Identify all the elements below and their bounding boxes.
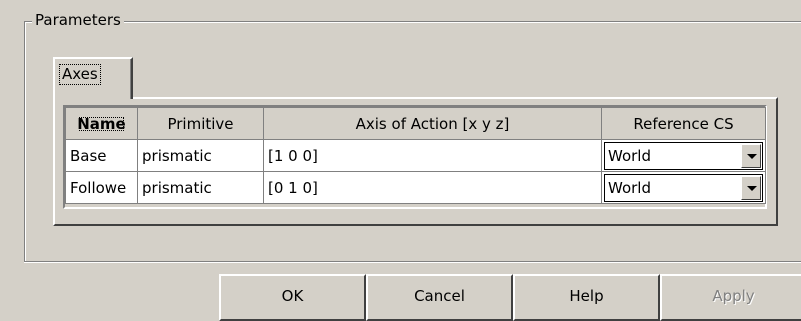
reference-cs-value: World <box>608 178 651 197</box>
tab-axes[interactable]: Axes <box>53 57 133 99</box>
dropdown-button[interactable] <box>741 143 761 168</box>
cancel-button[interactable]: Cancel <box>366 274 513 321</box>
column-header-reference-cs[interactable]: Reference CS <box>601 107 766 140</box>
groupbox-bottom-edge <box>24 261 801 263</box>
apply-button[interactable]: Apply <box>660 274 801 321</box>
reference-cs-value: World <box>608 146 651 165</box>
table-row: Followe prismatic [0 1 0] World <box>65 171 766 204</box>
reference-cs-dropdown[interactable]: World <box>604 173 763 202</box>
chevron-down-icon <box>747 153 757 159</box>
table-header-row: Name Primitive Axis of Action [x y z] Re… <box>65 107 766 140</box>
cell-reference-cs: World <box>601 171 766 204</box>
column-header-axis-of-action[interactable]: Axis of Action [x y z] <box>263 107 602 140</box>
cell-axis-of-action[interactable]: [0 1 0] <box>263 171 602 204</box>
ok-button[interactable]: OK <box>219 274 366 321</box>
axes-grid: Name Primitive Axis of Action [x y z] Re… <box>63 105 767 209</box>
cell-axis-of-action[interactable]: [1 0 0] <box>263 139 602 172</box>
cell-reference-cs: World <box>601 139 766 172</box>
cell-name[interactable]: Base <box>65 139 138 172</box>
axes-table: Name Primitive Axis of Action [x y z] Re… <box>65 107 766 204</box>
cell-name[interactable]: Followe <box>65 171 138 204</box>
cell-primitive[interactable]: prismatic <box>137 171 264 204</box>
help-button[interactable]: Help <box>513 274 660 321</box>
tab-axes-label: Axes <box>59 64 101 85</box>
chevron-down-icon <box>747 185 757 191</box>
cell-primitive[interactable]: prismatic <box>137 139 264 172</box>
table-row: Base prismatic [1 0 0] World <box>65 139 766 172</box>
axes-tab-panel: Name Primitive Axis of Action [x y z] Re… <box>53 97 778 226</box>
column-header-name[interactable]: Name <box>65 107 138 140</box>
column-header-primitive[interactable]: Primitive <box>137 107 264 140</box>
parameters-group-title: Parameters <box>32 10 124 30</box>
dropdown-button[interactable] <box>741 175 761 200</box>
reference-cs-dropdown[interactable]: World <box>604 141 763 170</box>
